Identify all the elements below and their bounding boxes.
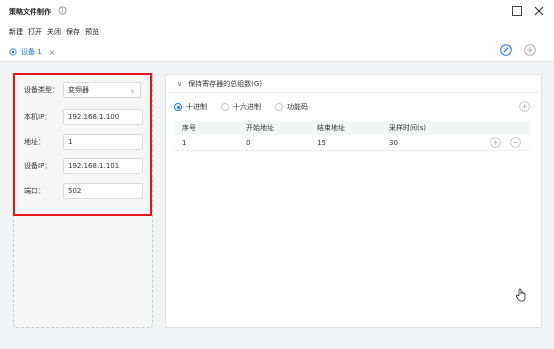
add-row-after-icon[interactable]: [490, 137, 501, 148]
local-ip-row: 本机IP： 192.168.1.100: [24, 109, 149, 125]
chevron-down-icon: ∨: [129, 87, 135, 95]
radio-function-code[interactable]: 功能码: [275, 102, 308, 112]
radio-hex-label: 十六进制: [233, 103, 261, 111]
device-type-value: 变频器: [68, 86, 89, 94]
column-header-start-address: 开始地址: [246, 124, 274, 132]
device-type-label: 设备类型：: [24, 86, 59, 94]
cell-start-address[interactable]: 0: [246, 139, 250, 147]
register-table: 序号 开始地址 结束地址 采样时间(s) 1 0 15 30: [174, 121, 530, 151]
radio-decimal-dot[interactable]: [174, 103, 182, 111]
cell-end-address[interactable]: 15: [317, 139, 326, 147]
register-section-header[interactable]: ∨ 保持寄存器的总组数(G): [166, 75, 541, 93]
device-type-select[interactable]: 变频器 ∨: [63, 82, 141, 98]
device-ip-row: 设备IP： 192.168.1.101: [24, 158, 149, 174]
local-ip-label: 本机IP：: [24, 113, 52, 121]
port-input[interactable]: 502: [63, 183, 143, 199]
address-value: 1: [68, 138, 73, 146]
cell-index: 1: [182, 138, 187, 147]
radio-function-code-dot[interactable]: [275, 103, 283, 111]
hand-cursor-icon: [515, 288, 526, 302]
register-section-title: 保持寄存器的总组数(G): [188, 79, 263, 88]
tab-device-1[interactable]: 设备 1 ×: [9, 45, 55, 59]
menu-close[interactable]: 关闭: [42, 27, 61, 39]
radio-decimal-label: 十进制: [186, 103, 207, 111]
radio-hex[interactable]: 十六进制: [221, 102, 261, 112]
menu-new[interactable]: 新建: [0, 27, 23, 39]
menu-preview[interactable]: 预览: [80, 27, 99, 39]
table-row: 1 0 15 30: [174, 135, 530, 151]
device-type-row: 设备类型： 变频器 ∨: [24, 82, 149, 98]
local-ip-input[interactable]: 192.168.1.100: [63, 109, 143, 125]
radio-function-code-label: 功能码: [287, 103, 308, 111]
tab-close-icon[interactable]: ×: [49, 48, 56, 57]
remove-row-icon[interactable]: [510, 137, 521, 148]
address-input[interactable]: 1: [63, 134, 143, 150]
port-value: 502: [68, 187, 82, 195]
table-header: 序号 开始地址 结束地址 采样时间(s): [174, 121, 530, 135]
register-panel: ∨ 保持寄存器的总组数(G) 十进制 十六进制 功能码 序号 开始地址 结束地址…: [165, 74, 542, 328]
port-row: 端口： 502: [24, 183, 149, 199]
device-ip-input[interactable]: 192.168.1.101: [63, 158, 143, 174]
column-header-sample-time: 采样时间(s): [389, 124, 427, 132]
tab-bar: 设备 1 ×: [0, 41, 554, 62]
radio-hex-dot[interactable]: [221, 103, 229, 111]
info-circle-icon[interactable]: [58, 6, 67, 15]
radio-decimal[interactable]: 十进制: [174, 102, 207, 112]
local-ip-value: 192.168.1.100: [68, 113, 120, 121]
add-row-icon[interactable]: [519, 101, 530, 112]
device-ip-label: 设备IP：: [24, 162, 52, 170]
device-ip-value: 192.168.1.101: [68, 162, 120, 170]
menu-save[interactable]: 保存: [61, 27, 80, 39]
column-header-end-address: 结束地址: [317, 124, 345, 132]
edit-icon[interactable]: [500, 44, 512, 56]
chevron-down-icon[interactable]: ∨: [177, 80, 182, 88]
add-tab-icon[interactable]: [524, 44, 536, 56]
title-bar: 策略文件制作: [0, 0, 554, 24]
close-window-button[interactable]: [532, 4, 546, 18]
maximize-button[interactable]: [512, 6, 522, 16]
device-gear-icon: [9, 48, 17, 56]
menu-bar: 新建 打开 关闭 保存 预览: [0, 27, 99, 39]
port-label: 端口：: [24, 187, 45, 195]
app-title: 策略文件制作: [9, 8, 51, 16]
tab-label: 设备 1: [21, 48, 42, 56]
number-format-radios: 十进制 十六进制 功能码: [174, 102, 308, 112]
content-area: 设备类型： 变频器 ∨ 本机IP： 192.168.1.100 地址： 1 设备…: [0, 62, 554, 349]
menu-open[interactable]: 打开: [23, 27, 42, 39]
address-row: 地址： 1: [24, 134, 149, 150]
address-label: 地址：: [24, 138, 45, 146]
cell-sample-time[interactable]: 30: [389, 139, 398, 147]
column-header-index: 序号: [182, 124, 196, 132]
